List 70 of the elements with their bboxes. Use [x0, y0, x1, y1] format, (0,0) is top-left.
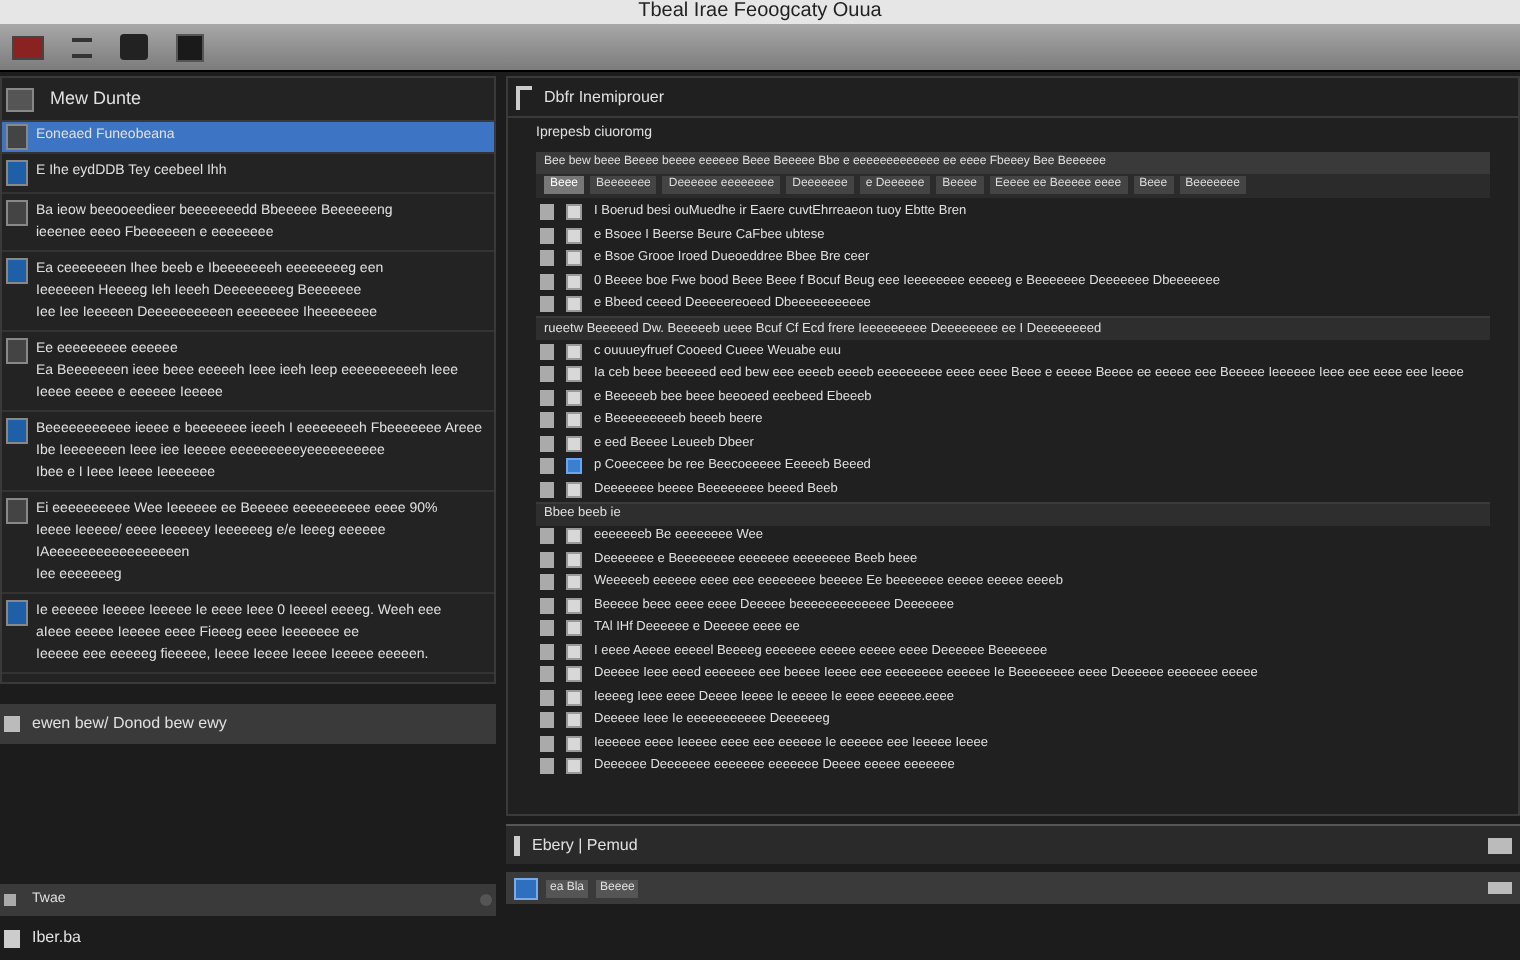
panel-title: Dbfr Inemiprouer	[544, 85, 665, 109]
checkbox[interactable]	[566, 412, 582, 429]
checkbox[interactable]	[566, 435, 582, 452]
window-title: Tbeal Irae Feoogcaty Ouua	[638, 2, 882, 22]
checkbox[interactable]	[566, 643, 582, 660]
document-icon	[6, 600, 28, 626]
row-marker-icon	[540, 481, 554, 498]
section-icon	[4, 894, 16, 906]
checkbox[interactable]	[566, 712, 582, 729]
row-marker-icon	[540, 204, 554, 221]
row-marker-icon	[540, 458, 554, 475]
checkbox[interactable]	[566, 296, 582, 313]
row-marker-icon	[540, 689, 554, 706]
panel-icon	[6, 87, 34, 111]
panel-icon	[516, 85, 532, 109]
document-icon	[6, 418, 28, 444]
row-marker-icon	[540, 666, 554, 683]
status-text: ewen bew/ Donod bew ewy	[32, 712, 227, 736]
checkbox[interactable]	[566, 758, 582, 775]
list-icon[interactable]	[72, 37, 92, 57]
row-marker-icon	[540, 412, 554, 429]
row-marker-icon	[540, 227, 554, 244]
status-text: Ebery | Pemud	[532, 833, 640, 857]
info-icon	[514, 835, 520, 855]
file-icon	[4, 716, 20, 732]
stop-icon[interactable]	[12, 35, 44, 59]
app-icon[interactable]	[514, 877, 538, 899]
row-marker-icon	[540, 366, 554, 383]
checkbox[interactable]	[566, 689, 582, 706]
checkbox[interactable]	[566, 273, 582, 290]
row-marker-icon	[540, 597, 554, 614]
row-marker-icon	[540, 435, 554, 452]
square-icon[interactable]	[176, 33, 204, 61]
panel-button[interactable]	[1488, 837, 1512, 853]
row-marker-icon	[540, 735, 554, 752]
checkbox[interactable]	[566, 574, 582, 591]
checkbox[interactable]	[566, 528, 582, 545]
row-marker-icon	[540, 296, 554, 313]
document-icon	[6, 160, 28, 186]
checkbox[interactable]	[566, 551, 582, 568]
row-marker-icon	[540, 620, 554, 637]
row-marker-icon	[540, 528, 554, 545]
row-marker-icon	[540, 389, 554, 406]
file-icon	[4, 929, 20, 947]
row-marker-icon	[540, 273, 554, 290]
row-marker-icon	[540, 758, 554, 775]
checkbox[interactable]	[566, 666, 582, 683]
checkbox[interactable]	[566, 458, 582, 475]
row-marker-icon	[540, 343, 554, 360]
document-icon	[6, 338, 28, 364]
checkbox[interactable]	[566, 389, 582, 406]
row-marker-icon	[540, 551, 554, 568]
panel-title: Mew Dunte	[50, 85, 142, 112]
item-text[interactable]: Iber.ba	[32, 926, 81, 950]
row-marker-icon	[540, 712, 554, 729]
checkbox[interactable]	[566, 227, 582, 244]
checkbox[interactable]	[566, 597, 582, 614]
checkbox[interactable]	[566, 620, 582, 637]
checkbox[interactable]	[566, 204, 582, 221]
checkbox[interactable]	[566, 343, 582, 360]
row-marker-icon	[540, 250, 554, 267]
row-marker-icon	[540, 574, 554, 591]
document-icon	[6, 498, 28, 524]
row-marker-icon	[540, 643, 554, 660]
checkbox[interactable]	[566, 250, 582, 267]
document-icon	[6, 200, 28, 226]
document-icon	[6, 258, 28, 284]
checkbox[interactable]	[566, 366, 582, 383]
checkbox[interactable]	[566, 735, 582, 752]
checkbox[interactable]	[566, 481, 582, 498]
